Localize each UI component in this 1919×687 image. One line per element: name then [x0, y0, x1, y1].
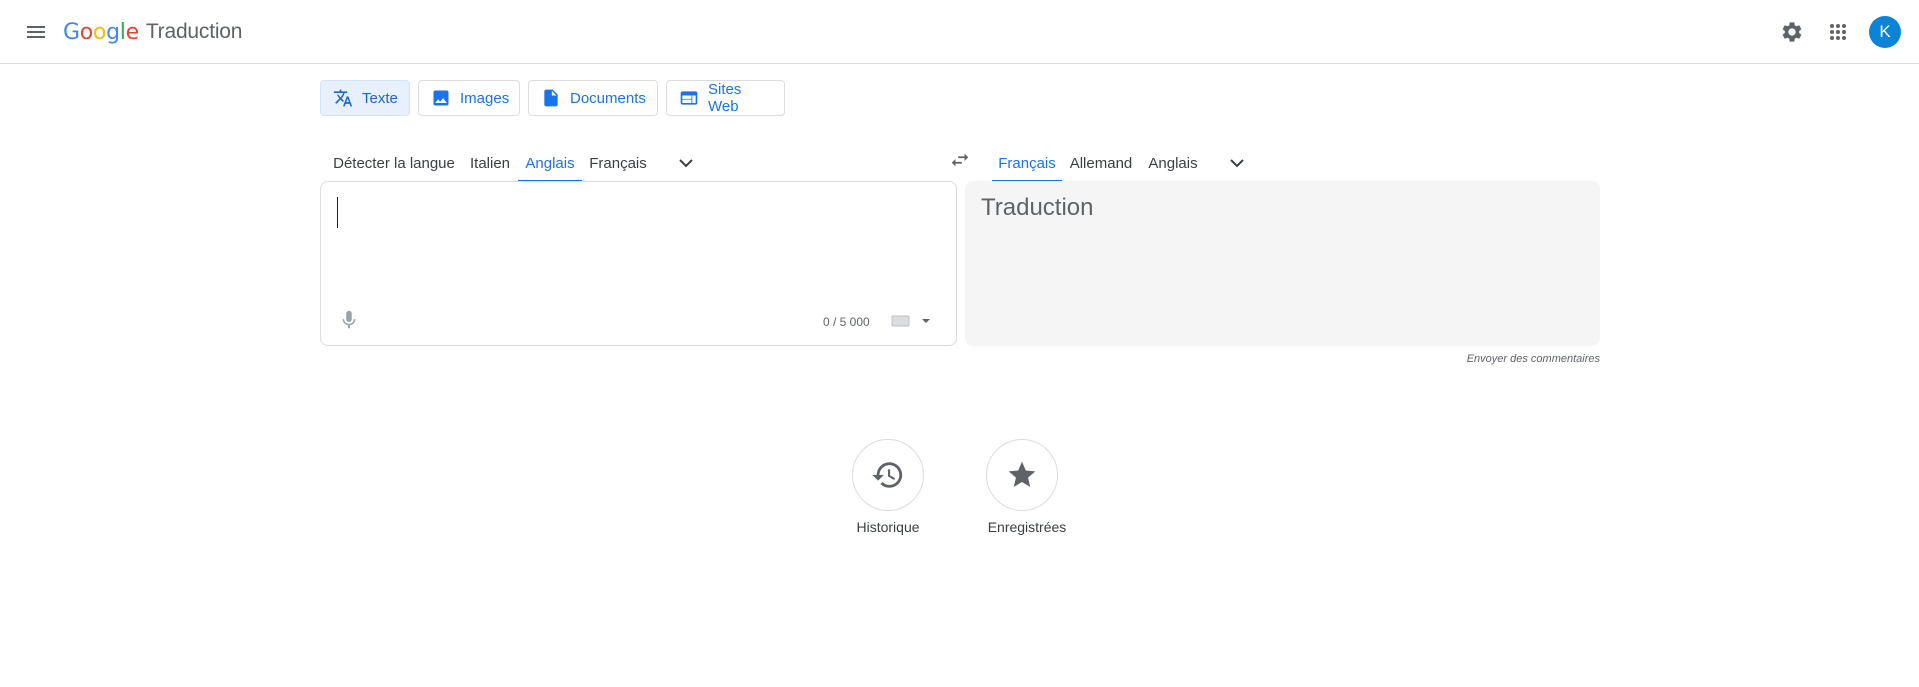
apps-grid-icon — [1830, 24, 1846, 40]
input-tools-button[interactable] — [891, 310, 935, 332]
google-apps-button[interactable] — [1818, 12, 1858, 52]
keyboard-icon — [891, 315, 910, 327]
gear-icon — [1782, 22, 1802, 42]
saved-label: Enregistrées — [987, 519, 1067, 535]
tab-text-label: Texte — [362, 89, 398, 107]
text-cursor — [337, 197, 338, 228]
source-lang-italian[interactable]: Italien — [462, 145, 518, 181]
source-lang-english[interactable]: Anglais — [518, 145, 582, 182]
microphone-icon — [342, 310, 356, 329]
translation-output-panel: Traduction — [965, 181, 1600, 346]
source-lang-more-button[interactable] — [668, 145, 704, 181]
star-icon — [1008, 461, 1036, 487]
target-lang-french[interactable]: Français — [992, 145, 1062, 182]
source-lang-detect[interactable]: Détecter la langue — [328, 145, 460, 181]
saved-button[interactable] — [986, 439, 1058, 511]
send-feedback-link[interactable]: Envoyer des commentaires — [1300, 353, 1600, 365]
source-lang-french[interactable]: Français — [584, 145, 652, 181]
website-icon — [679, 88, 699, 108]
google-translate-logo[interactable]: Google Traduction — [63, 17, 242, 47]
source-text-input[interactable] — [337, 194, 937, 294]
image-icon — [431, 88, 451, 108]
tab-documents[interactable]: Documents — [528, 80, 658, 116]
tab-websites[interactable]: Sites Web — [666, 80, 785, 116]
google-wordmark: Google — [63, 20, 139, 45]
target-lang-english[interactable]: Anglais — [1142, 145, 1204, 181]
document-icon — [541, 88, 561, 108]
voice-input-button[interactable] — [335, 306, 363, 334]
caret-down-icon — [922, 319, 930, 323]
hamburger-menu-icon — [27, 26, 45, 38]
history-label: Historique — [856, 519, 920, 535]
target-lang-german[interactable]: Allemand — [1066, 145, 1136, 181]
main-menu-button[interactable] — [16, 14, 56, 50]
chevron-down-icon — [679, 159, 693, 168]
chevron-down-icon — [1230, 159, 1244, 168]
tab-images[interactable]: Images — [418, 80, 520, 116]
history-button[interactable] — [852, 439, 924, 511]
tab-text[interactable]: Texte — [320, 80, 410, 116]
product-name: Traduction — [145, 20, 243, 43]
translate-icon — [333, 88, 353, 108]
swap-arrows-icon — [951, 153, 969, 167]
tab-images-label: Images — [460, 89, 510, 107]
tab-websites-label: Sites Web — [708, 81, 742, 115]
target-lang-more-button[interactable] — [1219, 145, 1255, 181]
swap-languages-button[interactable] — [942, 142, 978, 178]
translation-placeholder: Traduction — [981, 194, 1094, 221]
settings-button[interactable] — [1772, 12, 1812, 52]
top-bar: Google Traduction K — [0, 0, 1919, 64]
source-text-panel: 0 / 5 000 — [320, 181, 957, 346]
tab-documents-label: Documents — [570, 89, 646, 107]
character-counter: 0 / 5 000 — [823, 315, 870, 329]
history-icon — [872, 462, 903, 488]
account-avatar[interactable]: K — [1869, 16, 1901, 48]
